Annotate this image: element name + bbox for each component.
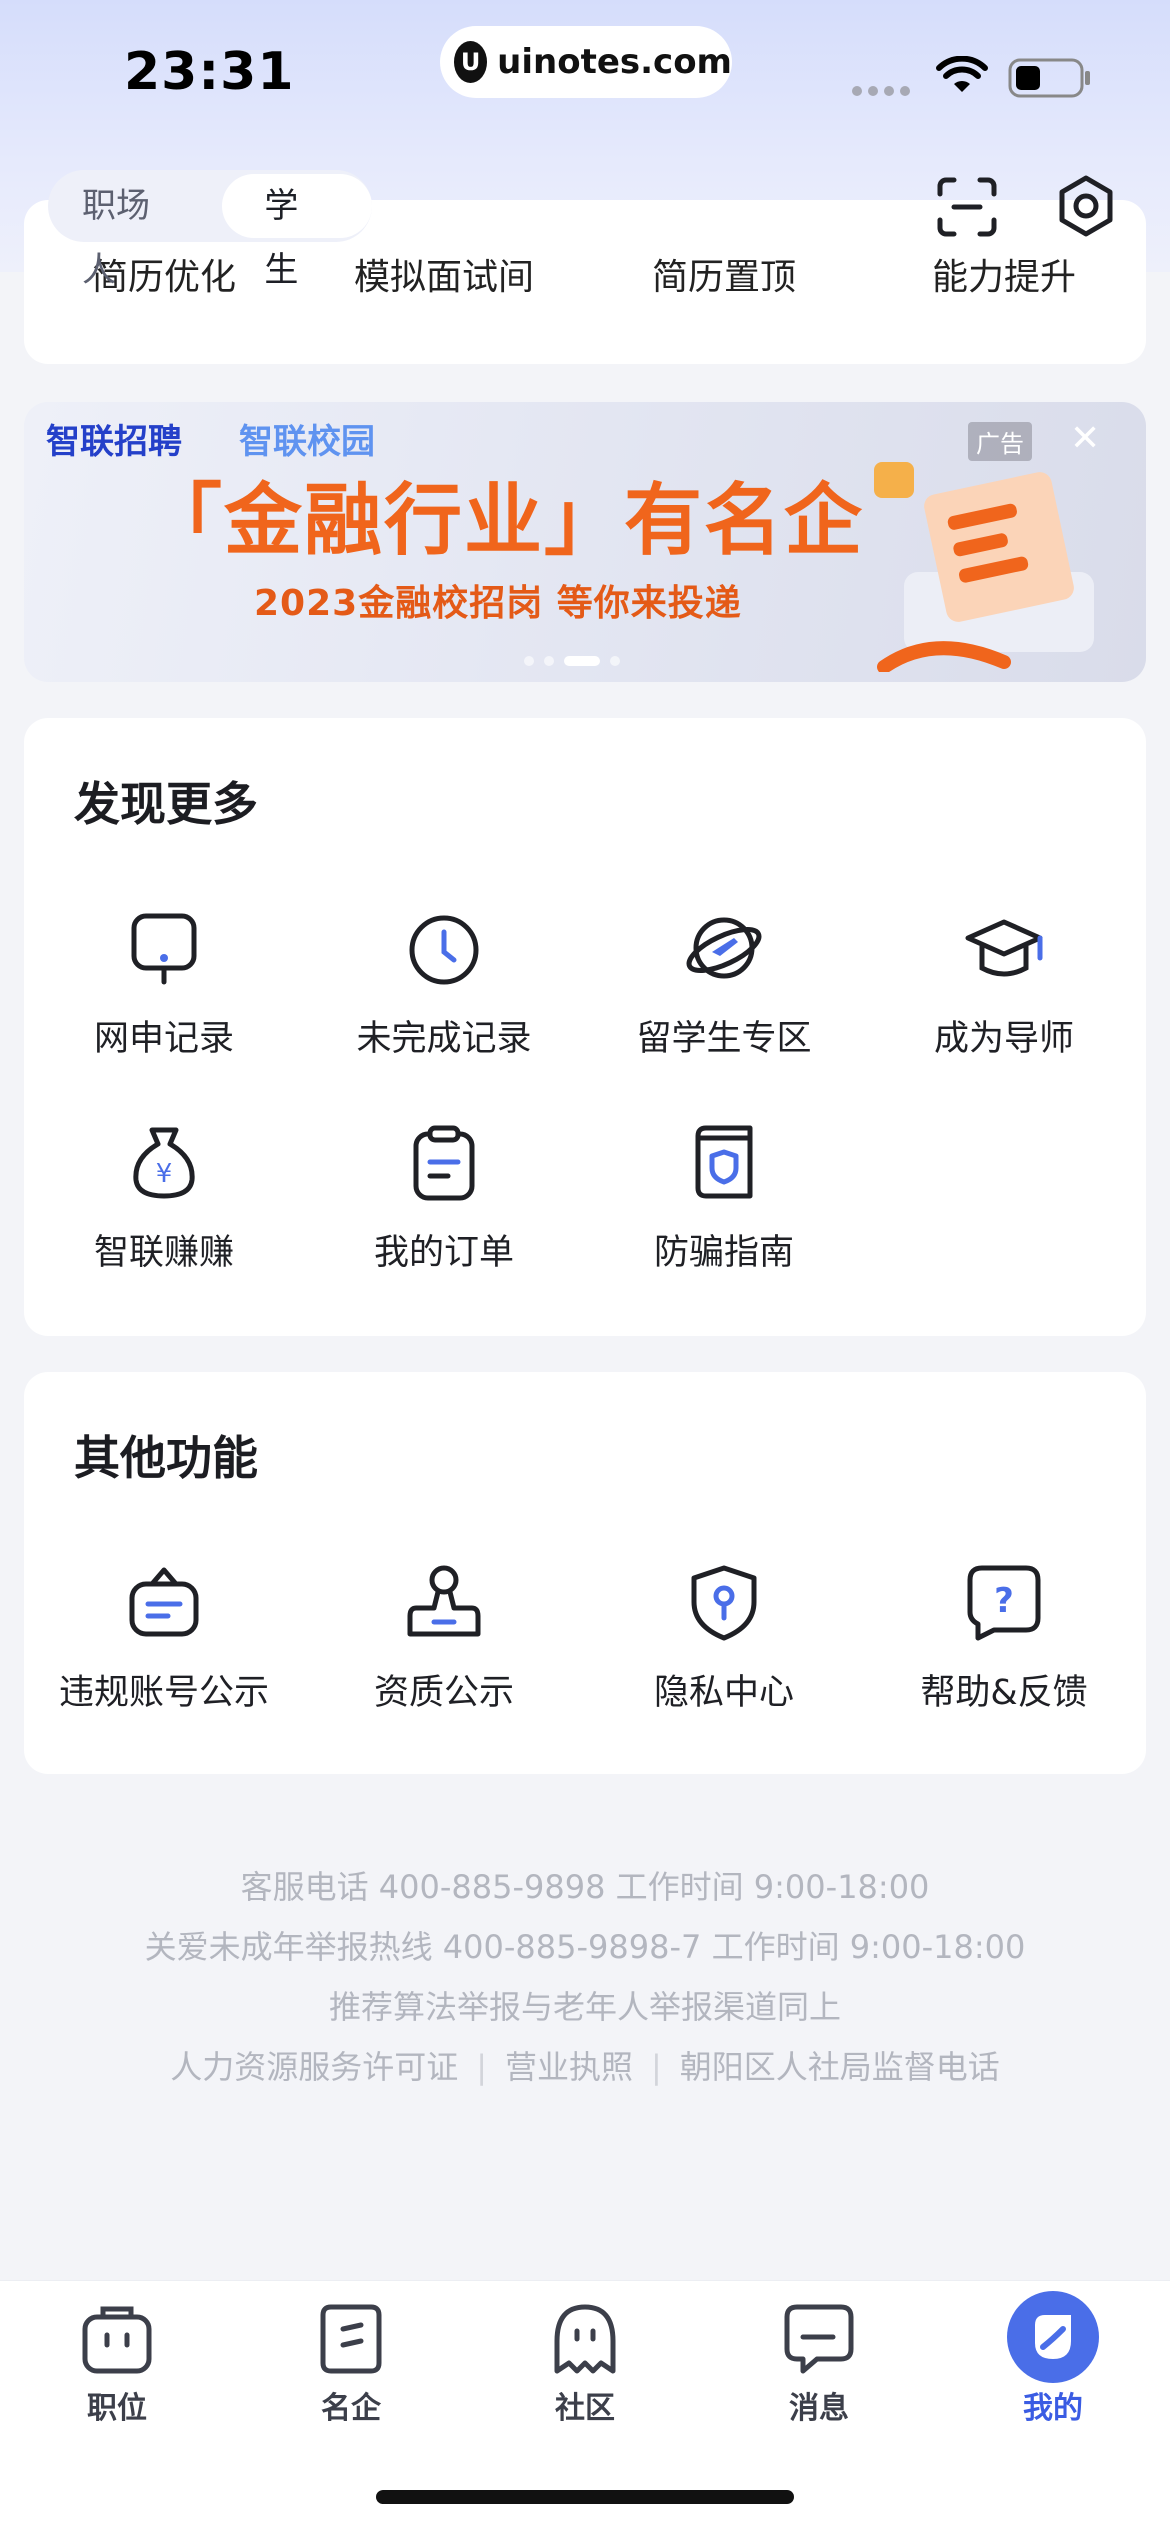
svg-text:¥: ¥ bbox=[156, 1159, 173, 1189]
discover-more-card: 发现更多 网申记录 未完成记录 留学生专区 成为导师 ¥ 智联赚赚 我的订单 防… bbox=[24, 718, 1146, 1336]
clock-icon bbox=[409, 915, 479, 985]
discover-item-orders[interactable]: 我的订单 bbox=[304, 1122, 584, 1275]
ad-close-icon[interactable]: ✕ bbox=[1070, 418, 1100, 459]
ad-label: 广告 bbox=[968, 422, 1032, 461]
monitor-icon bbox=[131, 913, 197, 985]
discover-item-earn[interactable]: ¥ 智联赚赚 bbox=[24, 1122, 304, 1275]
status-time: 23:31 bbox=[124, 42, 295, 102]
discover-item-applications[interactable]: 网申记录 bbox=[24, 908, 304, 1061]
other-title: 其他功能 bbox=[74, 1431, 258, 1485]
tool-mock-interview[interactable]: 模拟面试间 bbox=[304, 248, 584, 300]
privacy-shield-icon bbox=[691, 1565, 757, 1641]
company-icon bbox=[320, 2304, 382, 2374]
link-hr-license[interactable]: 人力资源服务许可证 bbox=[170, 2048, 458, 2086]
wifi-icon bbox=[936, 56, 988, 92]
scan-icon[interactable] bbox=[936, 176, 998, 238]
tab-messages[interactable]: 消息 bbox=[702, 2301, 936, 2427]
url-pill[interactable]: U uinotes.com bbox=[440, 26, 732, 98]
role-toggle: 职场人 学生 bbox=[48, 170, 372, 290]
tab-companies[interactable]: 名企 bbox=[234, 2301, 468, 2427]
footer-service-phone: 客服电话 400-885-9898 工作时间 9:00-18:00 bbox=[240, 1868, 930, 1906]
uinotes-logo-icon: U bbox=[454, 41, 488, 83]
clipboard-icon bbox=[413, 1125, 475, 1201]
community-ghost-icon bbox=[554, 2304, 616, 2374]
money-bag-icon: ¥ bbox=[133, 1127, 195, 1199]
footer-algorithm-report: 推荐算法举报与老年人举报渠道同上 bbox=[328, 1988, 841, 2026]
footer-minor-hotline: 关爱未成年举报热线 400-885-9898-7 工作时间 9:00-18:00 bbox=[144, 1928, 1026, 1966]
tool-resume-top[interactable]: 简历置顶 bbox=[584, 248, 864, 300]
svg-text:?: ? bbox=[994, 1581, 1014, 1621]
other-item-help[interactable]: ? 帮助&反馈 bbox=[864, 1562, 1144, 1715]
banner-subline: 2023金融校招岗 等你来投递 bbox=[254, 583, 742, 624]
link-supervision-phone[interactable]: 朝阳区人社局监督电话 bbox=[680, 2048, 1000, 2086]
settings-icon[interactable] bbox=[1054, 174, 1118, 238]
message-icon bbox=[784, 2304, 854, 2374]
url-text: uinotes.com bbox=[497, 42, 732, 82]
tool-resume-optimize[interactable]: 简历优化 bbox=[24, 248, 304, 300]
discover-item-mentor[interactable]: 成为导师 bbox=[864, 908, 1144, 1061]
other-item-qualification[interactable]: 资质公示 bbox=[304, 1562, 584, 1715]
role-option-student[interactable]: 学生 bbox=[222, 174, 372, 290]
discover-item-anti-fraud[interactable]: 防骗指南 bbox=[584, 1122, 864, 1275]
ad-banner[interactable]: 智联招聘 智联校园 「金融行业」有名企 2023金融校招岗 等你来投递 广告 ✕ bbox=[24, 402, 1146, 682]
footer-separator: | bbox=[651, 2048, 662, 2086]
help-question-icon: ? bbox=[967, 1565, 1041, 1641]
shield-book-icon bbox=[695, 1125, 753, 1199]
planet-plane-icon bbox=[686, 917, 762, 979]
discover-item-overseas[interactable]: 留学生专区 bbox=[584, 908, 864, 1061]
tab-jobs[interactable]: 职位 bbox=[0, 2301, 234, 2427]
briefcase-icon bbox=[82, 2306, 152, 2374]
other-item-violations[interactable]: 违规账号公示 bbox=[24, 1562, 304, 1715]
other-functions-card: 其他功能 违规账号公示 资质公示 隐私中心 ? 帮助&反馈 bbox=[24, 1372, 1146, 1774]
tab-community[interactable]: 社区 bbox=[468, 2301, 702, 2427]
battery-icon bbox=[1008, 58, 1090, 98]
footer-links: 人力资源服务许可证 | 营业执照 | 朝阳区人社局监督电话 bbox=[0, 2042, 1170, 2088]
banner-pagination bbox=[524, 656, 620, 666]
home-indicator bbox=[376, 2490, 794, 2504]
role-option-professional[interactable]: 职场人 bbox=[48, 174, 214, 290]
stamp-icon bbox=[407, 1565, 481, 1637]
tab-profile[interactable]: 我的 bbox=[936, 2291, 1170, 2427]
banner-illustration bbox=[874, 462, 1094, 672]
banner-headline: 「金融行业」有名企 bbox=[144, 476, 865, 566]
graduation-cap-icon bbox=[965, 919, 1043, 977]
signal-icon bbox=[852, 86, 910, 96]
other-item-privacy[interactable]: 隐私中心 bbox=[584, 1562, 864, 1715]
footer-separator: | bbox=[476, 2048, 487, 2086]
tool-skill-improve[interactable]: 能力提升 bbox=[864, 248, 1144, 300]
discover-title: 发现更多 bbox=[74, 777, 258, 831]
discover-item-incomplete[interactable]: 未完成记录 bbox=[304, 908, 584, 1061]
link-business-license[interactable]: 营业执照 bbox=[505, 2048, 633, 2086]
banner-brand-secondary: 智联校园 bbox=[239, 422, 375, 462]
profile-icon bbox=[1007, 2291, 1099, 2383]
notice-bag-icon bbox=[129, 1567, 199, 1637]
banner-brand-primary: 智联招聘 bbox=[46, 422, 182, 462]
